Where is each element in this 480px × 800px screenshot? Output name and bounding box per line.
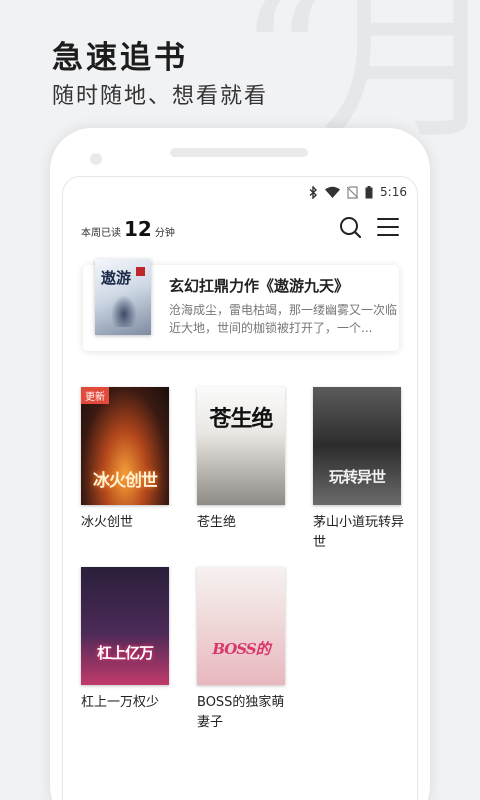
wifi-icon (325, 186, 341, 198)
week-read-unit: 分钟 (154, 228, 175, 239)
cover-title: BOSS的 (212, 640, 270, 658)
week-read-minutes: 12 (124, 217, 152, 241)
book-cover: 苍生绝 (197, 387, 285, 505)
book-title: 杠上一万权少 (81, 695, 160, 710)
status-time: 5:16 (380, 185, 407, 199)
book-item[interactable]: 冰火创世 更新 冰火创世 (81, 387, 169, 533)
update-badge: 更新 (81, 387, 109, 404)
app-header: 本周已读 12 分钟 (81, 215, 399, 243)
phone-frame: 5:16 本周已读 12 分钟 遨游 玄幻扛鼎力作《遨游九天》 沧海成尘，雷电枯… (50, 128, 430, 800)
cover-title: 杠上亿万 (96, 644, 154, 662)
featured-recommendation[interactable]: 遨游 玄幻扛鼎力作《遨游九天》 沧海成尘，雷电枯竭，那一缕幽雾又一次临近大地，世… (83, 259, 399, 351)
menu-icon[interactable] (377, 217, 399, 241)
featured-book-cover: 遨游 (95, 259, 151, 335)
week-read-prefix: 本周已读 (81, 228, 121, 239)
book-title: 茅山小道玩转异世 (313, 515, 405, 550)
promo-headline: 急速追书 (52, 40, 188, 76)
bluetooth-icon (309, 185, 318, 199)
status-bar: 5:16 (309, 181, 407, 203)
book-item[interactable]: BOSS的 BOSS的独家萌妻子 (197, 567, 285, 733)
book-cover: 冰火创世 更新 (81, 387, 169, 505)
battery-icon (365, 185, 373, 199)
featured-description: 沧海成尘，雷电枯竭，那一缕幽雾又一次临近大地，世间的枷锁被打开了，一个... (169, 303, 398, 335)
book-cover: BOSS的 (197, 567, 285, 685)
search-icon[interactable] (339, 216, 362, 242)
cover-title: 玩转异世 (328, 468, 386, 486)
cover-title: 冰火创世 (93, 471, 158, 491)
book-cover: 玩转异世 (313, 387, 401, 505)
book-title: 苍生绝 (197, 515, 237, 530)
book-item[interactable]: 杠上亿万 杠上一万权少 (81, 567, 169, 713)
featured-cover-title: 遨游 (101, 269, 132, 287)
featured-title: 玄幻扛鼎力作《遨游九天》 (169, 277, 350, 295)
promo-subline: 随时随地、想看就看 (52, 84, 269, 109)
book-cover: 杠上亿万 (81, 567, 169, 685)
phone-camera (90, 153, 102, 165)
app-screen: 5:16 本周已读 12 分钟 遨游 玄幻扛鼎力作《遨游九天》 沧海成尘，雷电枯… (62, 176, 418, 800)
phone-speaker (170, 148, 308, 157)
book-item[interactable]: 苍生绝 苍生绝 (197, 387, 285, 533)
cover-illustration (111, 295, 137, 327)
cover-seal (136, 267, 145, 276)
book-title: 冰火创世 (81, 515, 134, 530)
no-sim-icon (347, 185, 359, 199)
book-title: BOSS的独家萌妻子 (197, 695, 285, 730)
cover-title: 苍生绝 (209, 406, 273, 432)
week-read-summary: 本周已读 12 分钟 (81, 217, 175, 241)
book-item[interactable]: 玩转异世 茅山小道玩转异世 (313, 387, 404, 553)
